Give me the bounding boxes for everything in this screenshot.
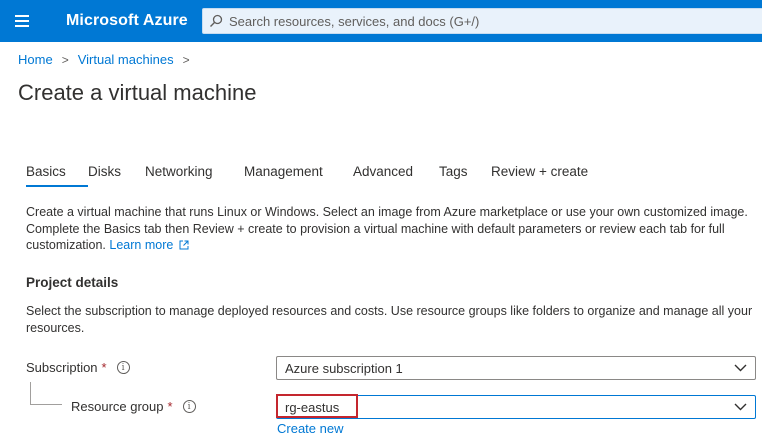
breadcrumb-virtual-machines[interactable]: Virtual machines (78, 52, 174, 67)
page-title: Create a virtual machine (18, 80, 257, 105)
learn-more-link[interactable]: Learn more (109, 238, 189, 252)
breadcrumb-separator: > (61, 52, 69, 67)
global-search[interactable] (202, 8, 762, 34)
intro-description: Create a virtual machine that runs Linux… (26, 204, 756, 254)
subscription-value: Azure subscription 1 (285, 360, 403, 376)
tab-disks[interactable]: Disks (88, 164, 145, 187)
brand-title[interactable]: Microsoft Azure (66, 12, 188, 30)
tab-bar: Basics Disks Networking Management Advan… (26, 164, 588, 187)
required-indicator: * (167, 399, 173, 414)
tab-review-create[interactable]: Review + create (491, 164, 588, 187)
chevron-down-icon (734, 364, 747, 372)
search-input[interactable] (229, 13, 729, 29)
tab-tags[interactable]: Tags (439, 164, 491, 187)
tree-connector (30, 382, 31, 404)
info-icon[interactable]: i (116, 361, 130, 374)
search-icon (203, 9, 229, 33)
tree-connector (30, 404, 62, 405)
tab-management[interactable]: Management (244, 164, 353, 187)
chevron-down-icon (734, 403, 747, 411)
hamburger-icon[interactable] (10, 10, 34, 32)
tab-advanced[interactable]: Advanced (353, 164, 439, 187)
external-link-icon (179, 240, 189, 250)
breadcrumb: Home > Virtual machines > (18, 52, 199, 67)
breadcrumb-separator: > (182, 52, 190, 67)
top-bar: Microsoft Azure (0, 0, 762, 42)
create-new-link[interactable]: Create new (277, 421, 343, 436)
highlight-box (276, 394, 358, 418)
resource-group-label: Resource group * i (71, 399, 196, 414)
tab-networking[interactable]: Networking (145, 164, 244, 187)
tab-basics[interactable]: Basics (26, 164, 88, 187)
section-title-project-details: Project details (26, 275, 119, 290)
subscription-label: Subscription * i (26, 360, 130, 375)
required-indicator: * (101, 360, 107, 375)
breadcrumb-home[interactable]: Home (18, 52, 53, 67)
project-details-description: Select the subscription to manage deploy… (26, 304, 753, 335)
subscription-dropdown[interactable]: Azure subscription 1 (276, 356, 756, 380)
info-icon[interactable]: i (182, 400, 196, 413)
